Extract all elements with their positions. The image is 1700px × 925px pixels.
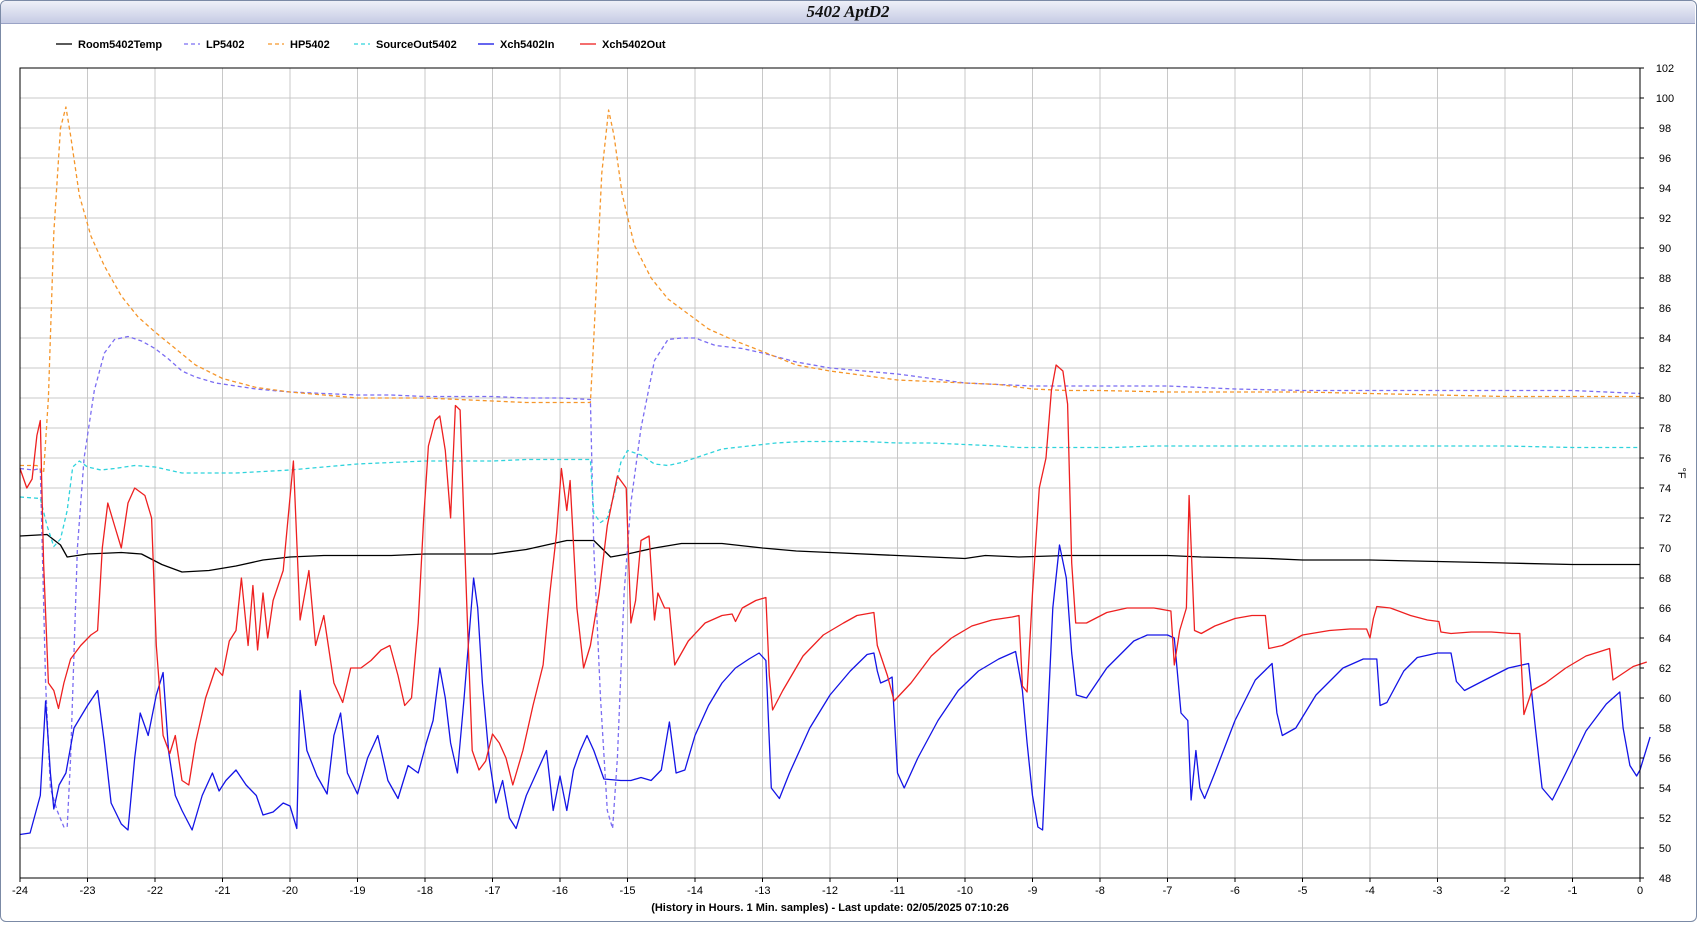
- y-tick-label: 52: [1659, 813, 1671, 825]
- y-tick-label: 56: [1659, 753, 1671, 765]
- x-axis-label: (History in Hours. 1 Min. samples) - Las…: [651, 902, 1009, 914]
- y-tick-label: 66: [1659, 603, 1671, 615]
- x-tick-label: -15: [620, 885, 636, 897]
- y-tick-label: 102: [1656, 63, 1674, 75]
- x-tick-label: -20: [282, 885, 298, 897]
- legend-label: LP5402: [206, 39, 245, 51]
- y-tick-label: 100: [1656, 93, 1674, 105]
- gridlines: [19, 67, 1641, 879]
- y-tick-label: 64: [1659, 633, 1671, 645]
- y-tick-label: 86: [1659, 303, 1671, 315]
- legend-label: HP5402: [290, 39, 330, 51]
- x-axis: -24 -23 -22 -21 -20 -19 -18 -17 -16 -15 -14 -13 -12-…: [12, 878, 1643, 897]
- x-tick-label: -12: [822, 885, 838, 897]
- x-tick-label: -13: [755, 885, 771, 897]
- x-tick-label: -24: [12, 885, 28, 897]
- legend-label: SourceOut5402: [376, 39, 457, 51]
- x-tick-label: -16: [552, 885, 568, 897]
- legend-label: Room5402Temp: [78, 39, 162, 51]
- x-tick-label: -9: [1028, 885, 1038, 897]
- y-tick-label: 92: [1659, 213, 1671, 225]
- x-tick-label: -1: [1568, 885, 1578, 897]
- x-tick-label: -18: [417, 885, 433, 897]
- x-tick-label: -22: [147, 885, 163, 897]
- series-line-xch5402in: [19, 544, 1651, 836]
- x-tick-label: -17: [485, 885, 501, 897]
- y-axis: 48 50 52 54 56 58 60 62 64 66 68 70 72 74 76 78 80 82 84 86…: [1640, 63, 1674, 885]
- y-tick-label: 96: [1659, 153, 1671, 165]
- y-tick-label: 60: [1659, 693, 1671, 705]
- y-tick-label: 76: [1659, 453, 1671, 465]
- y-tick-label: 54: [1659, 783, 1671, 795]
- y-tick-label: 50: [1659, 843, 1671, 855]
- x-tick-label: -8: [1095, 885, 1105, 897]
- y-tick-label: 58: [1659, 723, 1671, 735]
- y-tick-label: 74: [1659, 483, 1671, 495]
- x-tick-label: -4: [1365, 885, 1375, 897]
- y-tick-label: 48: [1659, 873, 1671, 885]
- y-tick-label: 70: [1659, 543, 1671, 555]
- y-tick-label: 84: [1659, 333, 1671, 345]
- y-tick-label: 98: [1659, 123, 1671, 135]
- series-group: [19, 106, 1651, 836]
- y-tick-label: 62: [1659, 663, 1671, 675]
- x-tick-label: -3: [1433, 885, 1443, 897]
- legend-label: Xch5402Out: [602, 39, 666, 51]
- y-tick-label: 88: [1659, 273, 1671, 285]
- y-tick-label: 80: [1659, 393, 1671, 405]
- x-tick-label: -21: [215, 885, 231, 897]
- x-tick-label: -10: [957, 885, 973, 897]
- x-tick-label: -6: [1230, 885, 1240, 897]
- y-tick-label: 72: [1659, 513, 1671, 525]
- line-chart: -24 -23 -22 -21 -20 -19 -18 -17 -16 -15 -14 -13 -12-…: [12, 39, 1687, 914]
- y-tick-label: 78: [1659, 423, 1671, 435]
- x-tick-label: -7: [1163, 885, 1173, 897]
- y-tick-label: 94: [1659, 183, 1671, 195]
- x-tick-label: -14: [687, 885, 703, 897]
- x-tick-label: -5: [1298, 885, 1308, 897]
- y-tick-label: 90: [1659, 243, 1671, 255]
- legend-label: Xch5402In: [500, 39, 555, 51]
- y-axis-label: °F: [1675, 467, 1687, 478]
- x-tick-label: -11: [890, 885, 905, 897]
- y-tick-label: 82: [1659, 363, 1671, 375]
- x-tick-label: -19: [350, 885, 366, 897]
- x-tick-label: 0: [1637, 885, 1643, 897]
- x-tick-label: -2: [1500, 885, 1510, 897]
- legend: Room5402Temp LP5402 HP5402 SourceOut5402 Xch…: [56, 39, 666, 51]
- x-tick-label: -23: [80, 885, 96, 897]
- y-tick-label: 68: [1659, 573, 1671, 585]
